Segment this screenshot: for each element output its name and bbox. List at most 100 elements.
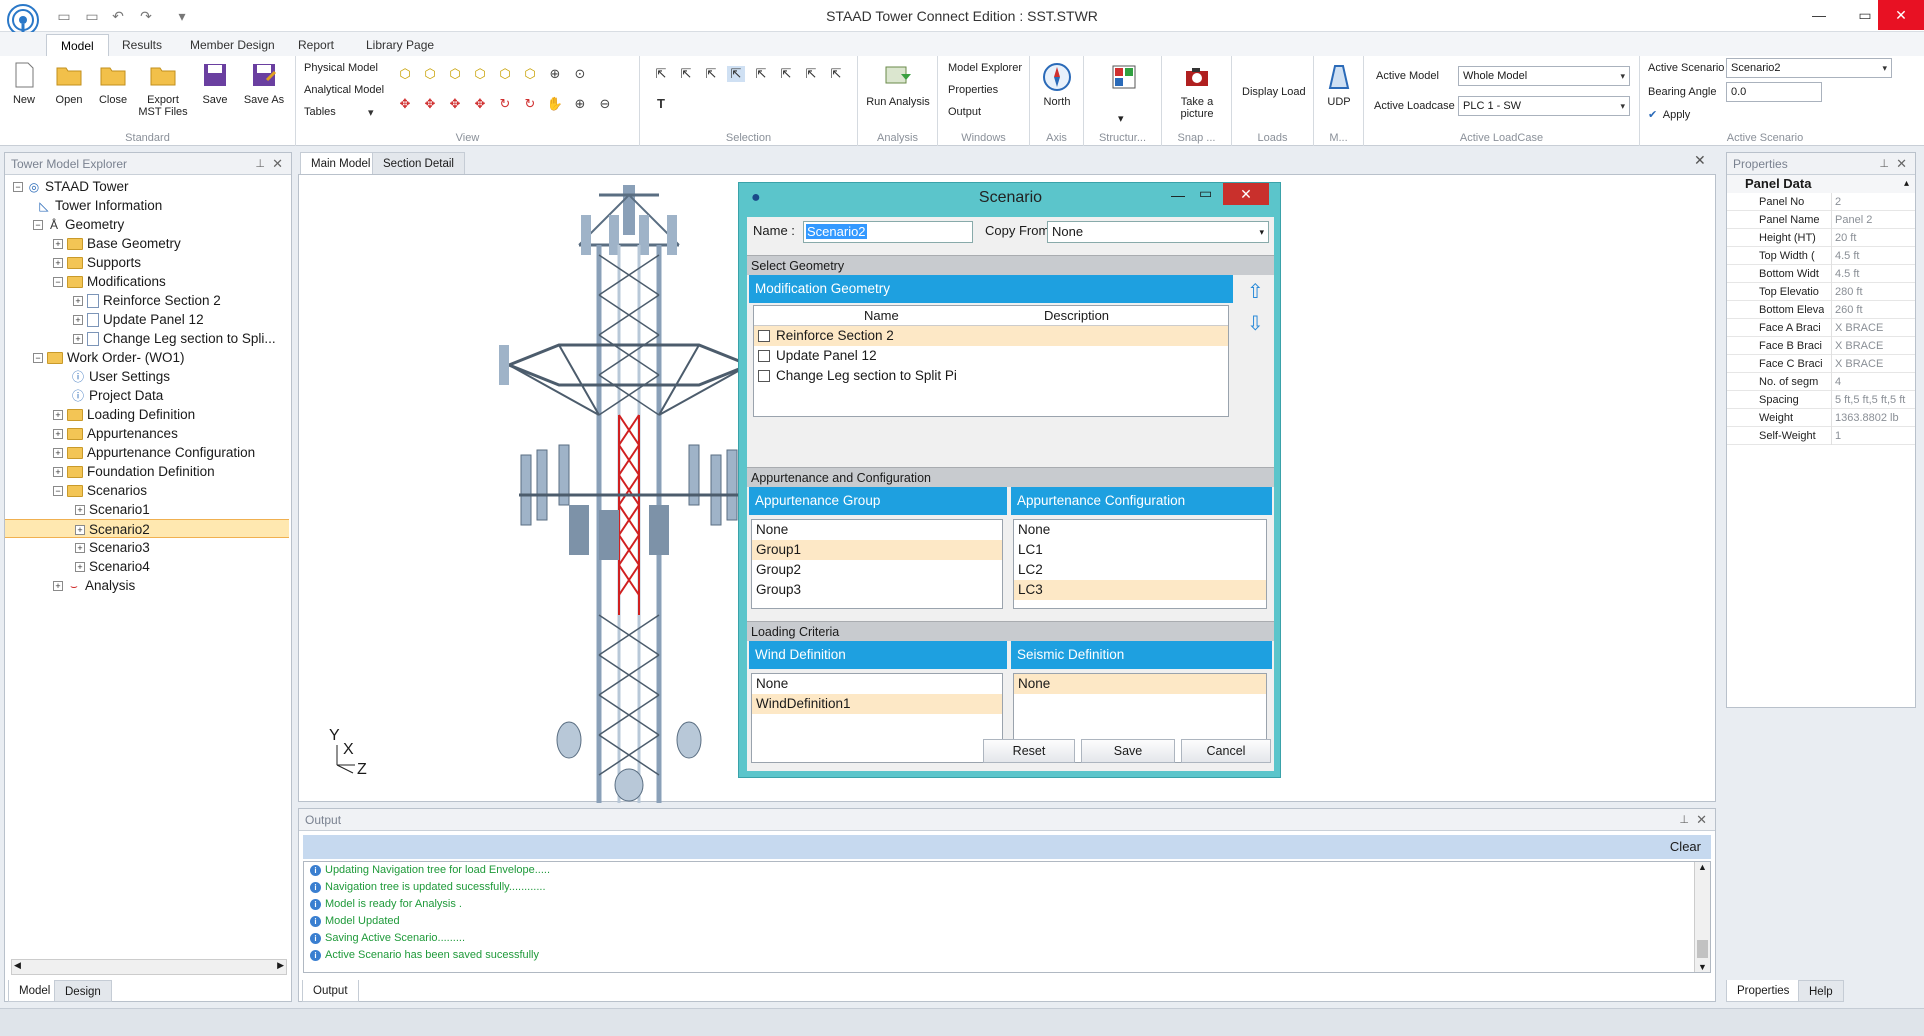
checkbox[interactable] bbox=[758, 330, 770, 343]
collapse-icon[interactable]: − bbox=[53, 486, 63, 497]
checkbox[interactable] bbox=[758, 350, 770, 363]
property-value[interactable]: 2 bbox=[1831, 193, 1911, 211]
analytical-model-button[interactable]: Analytical Model bbox=[304, 84, 384, 96]
zoom-out-icon[interactable]: ⊖ bbox=[596, 96, 614, 112]
close-icon[interactable]: ✕ bbox=[1896, 153, 1907, 175]
view-cube-icon[interactable]: ⬡ bbox=[521, 66, 539, 82]
tree-node-reinforce-section-2[interactable]: + Reinforce Section 2 bbox=[9, 291, 289, 310]
physical-model-button[interactable]: Physical Model bbox=[304, 62, 378, 74]
tree-node-user-settings[interactable]: ⓘ User Settings bbox=[9, 367, 289, 386]
run-analysis-button[interactable]: Run Analysis bbox=[862, 62, 934, 108]
reset-button[interactable]: Reset bbox=[983, 739, 1075, 763]
active-loadcase-combo[interactable]: PLC 1 - SW ▾ bbox=[1458, 96, 1630, 116]
view-cube-icon[interactable]: ⬡ bbox=[396, 66, 414, 82]
close-button[interactable]: Close bbox=[94, 60, 132, 106]
property-row[interactable]: Self-Weight 1 bbox=[1727, 427, 1915, 445]
expand-icon[interactable]: + bbox=[53, 448, 63, 459]
property-row[interactable]: Panel Name Panel 2 bbox=[1727, 211, 1915, 229]
rotate-icon[interactable]: ✥ bbox=[446, 96, 464, 112]
export-mst-files-button[interactable]: Export MST Files bbox=[138, 60, 188, 118]
active-scenario-combo[interactable]: Scenario2 ▾ bbox=[1726, 58, 1892, 78]
tab-results[interactable]: Results bbox=[108, 34, 176, 56]
north-button[interactable]: North bbox=[1034, 62, 1080, 108]
tree-node-scenarios[interactable]: − Scenarios bbox=[9, 481, 289, 500]
expand-icon[interactable]: + bbox=[53, 429, 63, 440]
property-value[interactable]: 280 ft bbox=[1831, 283, 1911, 301]
clear-button[interactable]: Clear bbox=[1670, 839, 1701, 854]
save-as-button[interactable]: Save As bbox=[240, 60, 288, 106]
rotate-icon[interactable]: ✥ bbox=[471, 96, 489, 112]
select-box-icon[interactable]: ⇱ bbox=[727, 66, 745, 82]
dialog-maximize-button[interactable]: ▭ bbox=[1199, 185, 1212, 202]
property-row[interactable]: Top Elevatio 280 ft bbox=[1727, 283, 1915, 301]
property-value[interactable]: 20 ft bbox=[1831, 229, 1911, 247]
mod-row[interactable]: Update Panel 12 bbox=[754, 346, 1228, 366]
tree-node-scenario2[interactable]: + Scenario2 bbox=[5, 519, 289, 538]
rotate-icon[interactable]: ✥ bbox=[421, 96, 439, 112]
select-member-icon[interactable]: ⇱ bbox=[777, 66, 795, 82]
view-cube-icon[interactable]: ⬡ bbox=[496, 66, 514, 82]
expand-icon[interactable]: + bbox=[53, 581, 63, 592]
property-row[interactable]: Height (HT) 20 ft bbox=[1727, 229, 1915, 247]
list-item[interactable]: None bbox=[1014, 674, 1266, 694]
tab-help[interactable]: Help bbox=[1798, 980, 1844, 1002]
structure-dropdown-icon[interactable]: ▾ bbox=[1118, 112, 1124, 125]
tab-main-model[interactable]: Main Model bbox=[300, 152, 382, 174]
property-row[interactable]: Face B Braci X BRACE bbox=[1727, 337, 1915, 355]
structure-button[interactable] bbox=[1104, 62, 1144, 96]
expand-icon[interactable]: + bbox=[75, 562, 85, 573]
panel-data-section[interactable]: Panel Data ▴ bbox=[1727, 175, 1915, 193]
tree-node-change-leg-section[interactable]: + Change Leg section to Spli... bbox=[9, 329, 289, 348]
model-explorer-button[interactable]: Model Explorer bbox=[948, 62, 1022, 74]
property-value[interactable]: 260 ft bbox=[1831, 301, 1911, 319]
select-cursor-icon[interactable]: ⇱ bbox=[702, 66, 720, 82]
expand-icon[interactable]: + bbox=[73, 296, 83, 307]
scroll-left-icon[interactable]: ◀ bbox=[14, 960, 21, 971]
tree-node-tower-information[interactable]: ◺ Tower Information bbox=[9, 196, 289, 215]
select-cursor-icon[interactable]: ⇱ bbox=[652, 66, 670, 82]
close-window-button[interactable]: ✕ bbox=[1878, 0, 1924, 30]
property-value[interactable]: 4.5 ft bbox=[1831, 247, 1911, 265]
property-row[interactable]: No. of segm 4 bbox=[1727, 373, 1915, 391]
apply-button[interactable]: ✔ Apply bbox=[1648, 108, 1690, 121]
tab-section-detail[interactable]: Section Detail bbox=[372, 152, 465, 174]
tree-node-analysis[interactable]: + ⌣ Analysis bbox=[9, 576, 289, 595]
property-value[interactable]: X BRACE bbox=[1831, 319, 1911, 337]
save-button[interactable]: Save bbox=[198, 60, 232, 106]
pin-icon[interactable]: ⊥ bbox=[255, 153, 265, 175]
property-value[interactable]: X BRACE bbox=[1831, 337, 1911, 355]
tree-node-appurtenance-configuration[interactable]: + Appurtenance Configuration bbox=[9, 443, 289, 462]
display-load-button[interactable]: Display Load bbox=[1242, 86, 1306, 98]
name-input[interactable]: Scenario2 bbox=[803, 221, 973, 243]
property-row[interactable]: Top Width (4.5 ft bbox=[1727, 247, 1915, 265]
select-solid-icon[interactable]: ⇱ bbox=[827, 66, 845, 82]
tree-node-work-order[interactable]: − Work Order- (WO1) bbox=[9, 348, 289, 367]
select-node-icon[interactable]: ⇱ bbox=[752, 66, 770, 82]
property-value[interactable]: X BRACE bbox=[1831, 355, 1911, 373]
tree-node-update-panel-12[interactable]: + Update Panel 12 bbox=[9, 310, 289, 329]
expand-icon[interactable]: + bbox=[53, 410, 63, 421]
property-value[interactable]: 4 bbox=[1831, 373, 1911, 391]
collapse-icon[interactable]: − bbox=[33, 353, 43, 364]
pan-icon[interactable]: ✋ bbox=[546, 96, 564, 112]
cancel-button[interactable]: Cancel bbox=[1181, 739, 1271, 763]
scroll-up-icon[interactable]: ▲ bbox=[1698, 862, 1707, 872]
close-document-icon[interactable]: ✕ bbox=[1694, 152, 1706, 169]
mod-row[interactable]: Change Leg section to Split Pi bbox=[754, 366, 1228, 386]
new-button[interactable]: New bbox=[6, 60, 42, 106]
scroll-down-icon[interactable]: ▼ bbox=[1698, 962, 1707, 972]
output-button[interactable]: Output bbox=[948, 106, 981, 118]
property-row[interactable]: Bottom Eleva 260 ft bbox=[1727, 301, 1915, 319]
property-row[interactable]: Weight 1363.8802 lb bbox=[1727, 409, 1915, 427]
checkbox[interactable] bbox=[758, 370, 770, 383]
property-row[interactable]: Spacing 5 ft,5 ft,5 ft,5 ft bbox=[1727, 391, 1915, 409]
tab-properties[interactable]: Properties bbox=[1726, 980, 1801, 1002]
dialog-close-button[interactable]: ✕ bbox=[1223, 183, 1269, 205]
text-tool-icon[interactable]: T bbox=[652, 96, 670, 112]
tree-node-project-data[interactable]: ⓘ Project Data bbox=[9, 386, 289, 405]
active-model-combo[interactable]: Whole Model ▾ bbox=[1458, 66, 1630, 86]
zoom-extent-icon[interactable]: ⊙ bbox=[571, 66, 589, 82]
property-row[interactable]: Panel No 2 bbox=[1727, 193, 1915, 211]
property-value[interactable]: 5 ft,5 ft,5 ft,5 ft bbox=[1831, 391, 1911, 409]
close-icon[interactable]: ✕ bbox=[272, 153, 283, 175]
